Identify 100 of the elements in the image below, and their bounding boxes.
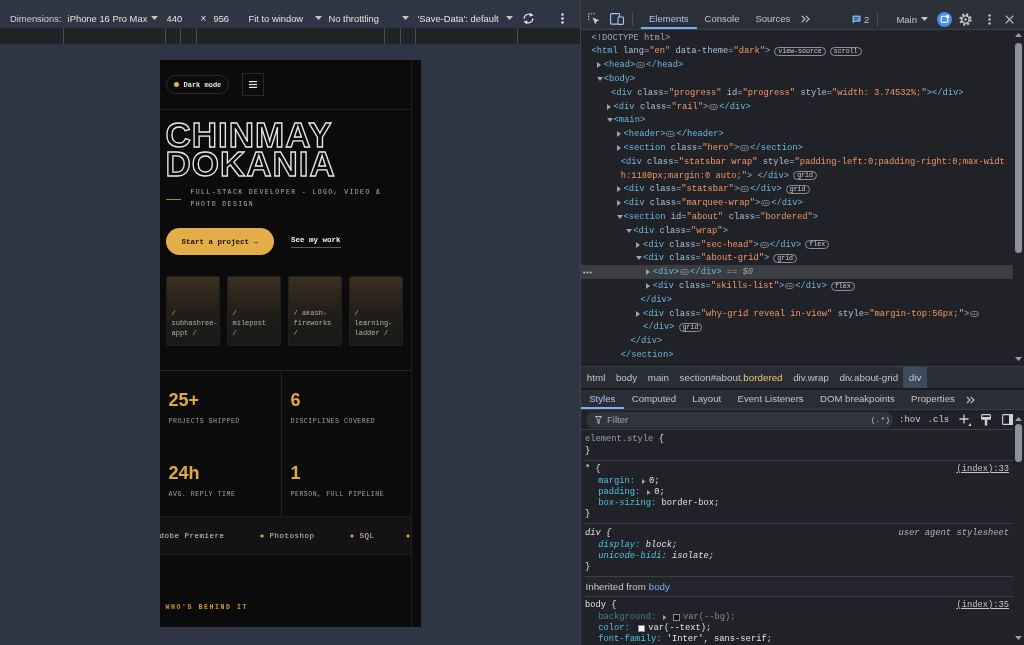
dom-tree-row[interactable]: <div class="progress" id="progress" style="width: 3.74532%;"></div> xyxy=(581,86,1013,100)
ellipsis-icon[interactable] xyxy=(636,62,646,69)
caret-right-icon[interactable] xyxy=(616,186,621,193)
save-data-select[interactable]: 'Save-Data': default xyxy=(417,10,516,26)
issues-button[interactable]: 2 xyxy=(852,13,870,25)
more-icon[interactable] xyxy=(988,13,991,25)
regex-toggle[interactable]: (.*) xyxy=(870,415,890,424)
ellipsis-icon[interactable] xyxy=(680,269,690,276)
caret-right-icon[interactable] xyxy=(636,310,641,317)
source-link[interactable]: (index):35 xyxy=(956,600,1009,610)
width-input[interactable]: 440 xyxy=(162,10,197,26)
scroll-up-arrow-icon[interactable] xyxy=(1015,33,1022,37)
caret-right-icon[interactable] xyxy=(616,145,621,152)
property-value[interactable]: block; xyxy=(645,539,678,550)
breadcrumb[interactable]: body xyxy=(610,367,643,388)
element-link[interactable]: body xyxy=(648,580,670,592)
zoom-select[interactable]: Fit to window xyxy=(248,10,325,26)
property-name[interactable]: font-family: xyxy=(598,634,662,644)
dom-tree-row[interactable]: <main> xyxy=(581,113,1013,128)
select-element-icon[interactable] xyxy=(588,13,600,25)
caret-right-icon[interactable] xyxy=(616,200,621,207)
scroll-down-arrow-icon[interactable] xyxy=(1015,357,1022,361)
dom-tree-row[interactable]: <!DOCTYPE html> xyxy=(581,30,1013,45)
settings-icon[interactable] xyxy=(959,12,972,26)
caret-right-icon[interactable] xyxy=(646,283,650,290)
sidebar-tab[interactable]: Styles xyxy=(581,390,624,409)
throttling-select[interactable]: No throttling xyxy=(328,10,412,26)
toolbar-toggle[interactable]: .cls xyxy=(927,414,950,425)
property-value[interactable]: 0; xyxy=(648,476,660,486)
sidebar-tab[interactable]: Layout xyxy=(684,390,730,409)
breadcrumb[interactable]: html xyxy=(581,367,611,388)
property-value[interactable]: 'Inter', sans-serif; xyxy=(666,634,772,644)
scrollbar-thumb[interactable] xyxy=(1015,43,1022,253)
rotate-icon[interactable] xyxy=(522,11,536,25)
caret-right-icon[interactable] xyxy=(636,241,641,248)
property-name[interactable]: box-sizing: xyxy=(598,498,657,508)
device-select[interactable]: iPhone 16 Pro Max xyxy=(67,10,160,26)
scrollbar-thumb[interactable] xyxy=(1015,424,1022,462)
double-chevron-icon[interactable] xyxy=(801,15,811,23)
double-chevron-icon[interactable] xyxy=(966,395,975,404)
sidebar-tab[interactable]: Computed xyxy=(623,390,685,409)
property-name[interactable]: display: xyxy=(598,539,641,550)
caret-right-icon[interactable] xyxy=(640,478,646,484)
ellipsis-icon[interactable] xyxy=(666,131,676,138)
breadcrumb[interactable]: main xyxy=(642,367,675,388)
sidebar-tab[interactable]: Event Listeners xyxy=(729,390,812,409)
breadcrumb[interactable]: div.wrap xyxy=(787,367,835,388)
property-value[interactable]: 0; xyxy=(654,487,665,497)
panel-icon[interactable] xyxy=(1002,414,1013,425)
caret-down-icon[interactable] xyxy=(597,77,603,82)
breadcrumb[interactable]: div xyxy=(903,367,927,388)
ellipsis-icon[interactable] xyxy=(740,186,750,193)
devices-icon[interactable] xyxy=(610,13,624,25)
filter-field[interactable]: Filter (.*) xyxy=(586,411,893,428)
property-value[interactable]: isolate; xyxy=(672,550,715,561)
caret-down-icon[interactable] xyxy=(616,215,623,220)
property-name[interactable]: padding: xyxy=(598,487,641,497)
toolbar-toggle[interactable]: :hov xyxy=(899,414,921,425)
context-select[interactable]: Main xyxy=(896,13,928,25)
caret-right-icon[interactable] xyxy=(597,62,601,69)
sidebar-tab[interactable]: Properties xyxy=(902,390,963,409)
property-name[interactable]: background: xyxy=(598,612,657,622)
breadcrumb[interactable]: section#about.bordered xyxy=(674,367,788,388)
dom-tree-row[interactable]: <div class="wrap"> xyxy=(581,223,1013,238)
height-input[interactable]: 956 xyxy=(209,10,246,26)
brush-icon[interactable] xyxy=(981,413,992,426)
sidebar-tab[interactable]: DOM breakpoints xyxy=(811,390,903,409)
ellipsis-icon[interactable] xyxy=(970,310,980,317)
ellipsis-icon[interactable] xyxy=(759,241,769,248)
color-swatch-icon[interactable] xyxy=(672,613,680,621)
caret-right-icon[interactable] xyxy=(606,103,611,110)
caret-down-icon[interactable] xyxy=(636,256,643,261)
ellipsis-icon[interactable] xyxy=(785,283,795,290)
caret-down-icon[interactable] xyxy=(626,228,633,233)
ellipsis-icon[interactable] xyxy=(583,270,592,274)
more-icon[interactable] xyxy=(561,12,565,24)
property-name[interactable]: margin: xyxy=(598,476,636,486)
plus-icon[interactable] xyxy=(959,413,972,426)
ellipsis-icon[interactable] xyxy=(709,103,719,110)
property-value[interactable]: var(--text); xyxy=(648,623,712,633)
property-value[interactable]: var(--bg); xyxy=(682,612,736,622)
assistant-icon[interactable] xyxy=(937,11,952,27)
property-name[interactable]: unicode-bidi: xyxy=(598,550,667,561)
caret-right-icon[interactable] xyxy=(616,131,621,138)
close-icon[interactable] xyxy=(1005,14,1014,24)
dom-tree-row[interactable]: <section class="hero"> </section> xyxy=(581,141,1013,155)
scroll-up-arrow-icon[interactable] xyxy=(1015,417,1022,421)
menu-button[interactable] xyxy=(242,73,265,96)
caret-down-icon[interactable] xyxy=(606,118,613,123)
caret-right-icon[interactable] xyxy=(646,269,650,276)
panel-tab[interactable]: Sources xyxy=(747,9,799,29)
dom-tree-row[interactable]: <section id="about" class="bordered"> xyxy=(581,210,1013,224)
scroll-down-arrow-icon[interactable] xyxy=(1015,636,1022,640)
property-value[interactable]: border-box; xyxy=(661,498,720,508)
dom-tree-row[interactable]: <div> </div> == $0 xyxy=(581,265,1013,280)
color-swatch-icon[interactable] xyxy=(637,624,645,632)
dom-tree-row[interactable]: <div class="rail"> </div> xyxy=(581,99,1013,114)
property-name[interactable]: color: xyxy=(598,623,630,633)
dom-tree-row[interactable]: <header> </header> xyxy=(581,127,1013,142)
panel-tab[interactable]: Console xyxy=(696,9,748,29)
